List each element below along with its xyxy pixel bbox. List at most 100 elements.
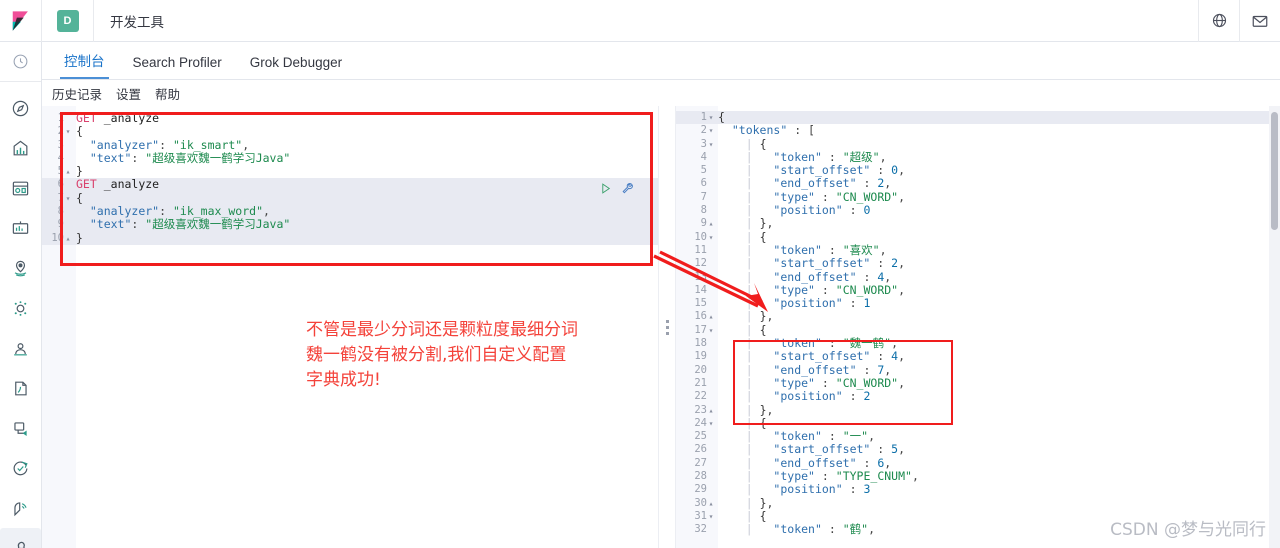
code-line: 18 | "token" : "魏一鹤", xyxy=(676,336,1280,351)
fold-toggle-icon[interactable]: ▴ xyxy=(64,232,72,245)
code-text: | "start_offset" : 2, xyxy=(745,256,906,271)
pane-splitter[interactable] xyxy=(658,106,676,548)
code-text: | }, xyxy=(745,495,774,510)
map-marker-icon xyxy=(14,260,27,276)
line-number: 5 xyxy=(700,164,707,177)
help-button[interactable] xyxy=(1198,0,1239,42)
code-text: | "type" : "CN_WORD", xyxy=(745,282,906,297)
code-line: 15 | "position" : 1 xyxy=(676,297,1280,310)
code-text: | "type" : "CN_WORD", xyxy=(745,375,906,390)
line-number: 1 xyxy=(57,112,64,124)
envelope-icon xyxy=(1252,15,1268,27)
sidebar-item-machine-learning[interactable] xyxy=(0,288,41,328)
sidebar-item-logs[interactable] xyxy=(0,368,41,408)
code-text: | }, xyxy=(745,402,774,417)
code-text: | "token" : "魏一鹤", xyxy=(745,336,898,351)
canvas-icon xyxy=(12,220,29,234)
app-badge-container: D xyxy=(42,0,94,42)
response-output[interactable]: 1 ▾{2 ▾ "tokens" : [3 ▾ | {4 | "token" : "超… xyxy=(676,106,1280,548)
fold-toggle-icon[interactable]: ▴ xyxy=(707,404,715,417)
sidebar-item-dev-tools[interactable] xyxy=(0,528,41,548)
line-number: 23 ▴ xyxy=(694,403,715,417)
code-text: | "position" : 2 xyxy=(745,389,871,404)
code-text: | { xyxy=(745,415,767,430)
code-line: 11 | "token" : "喜欢", xyxy=(676,243,1280,257)
main-content: 控制台 Search Profiler Grok Debugger 历史记录 设… xyxy=(42,42,1280,548)
code-text: GET _analyze xyxy=(76,111,160,125)
line-number: 15 xyxy=(694,297,707,310)
sidebar-item-siem[interactable] xyxy=(0,488,41,528)
line-number: 19 xyxy=(694,350,707,363)
output-scrollbar-track[interactable] xyxy=(1269,106,1280,548)
sidebar-item-visualize[interactable] xyxy=(0,128,41,168)
code-line: 29 | "position" : 3 xyxy=(676,483,1280,496)
line-number: 21 xyxy=(694,376,707,389)
fold-toggle-icon[interactable]: ▴ xyxy=(707,217,715,230)
code-text: | { xyxy=(745,229,767,244)
line-number: 30 ▴ xyxy=(694,496,715,510)
code-text: | { xyxy=(745,508,767,523)
line-number: 12 xyxy=(694,257,707,270)
fold-toggle-icon[interactable]: ▾ xyxy=(707,324,715,337)
fold-toggle-icon[interactable]: ▾ xyxy=(707,138,715,151)
code-text: "text": "超级喜欢魏一鹤学习Java" xyxy=(89,150,291,165)
clock-icon xyxy=(13,54,28,69)
fold-toggle-icon[interactable]: ▾ xyxy=(707,124,715,137)
line-number: 6 xyxy=(700,177,707,190)
console-submenu: 历史记录 设置 帮助 xyxy=(42,80,1280,106)
line-number: 1 ▾ xyxy=(700,111,715,124)
tab-console[interactable]: 控制台 xyxy=(50,50,119,79)
fold-toggle-icon[interactable]: ▾ xyxy=(707,231,715,244)
dev-tools-tabs: 控制台 Search Profiler Grok Debugger xyxy=(42,42,1280,80)
line-number: 13 xyxy=(694,270,707,283)
fold-toggle-icon[interactable]: ▾ xyxy=(707,510,715,523)
apm-icon xyxy=(14,421,27,436)
fold-toggle-icon[interactable]: ▾ xyxy=(64,192,72,205)
sidebar-item-infrastructure[interactable] xyxy=(0,328,41,368)
kibana-logo-icon xyxy=(12,10,28,31)
response-output-pane[interactable]: 1 ▾{2 ▾ "tokens" : [3 ▾ | {4 | "token" : "超… xyxy=(676,106,1280,548)
submenu-settings[interactable]: 设置 xyxy=(116,84,141,103)
tab-search-profiler[interactable]: Search Profiler xyxy=(119,55,236,79)
sidebar-item-recently-viewed[interactable] xyxy=(0,42,41,82)
sidebar-item-discover[interactable] xyxy=(0,88,41,128)
fold-toggle-icon[interactable]: ▴ xyxy=(707,497,715,510)
wrench-settings-icon[interactable] xyxy=(620,181,634,195)
code-line: 2 ▾ { xyxy=(42,125,658,138)
code-line: 7 ▾ { xyxy=(42,191,658,206)
code-text: "tokens" : [ xyxy=(731,123,815,138)
play-triangle-icon[interactable] xyxy=(599,182,612,195)
kibana-logo-button[interactable] xyxy=(0,0,42,42)
line-number: 27 xyxy=(694,456,707,469)
mail-button[interactable] xyxy=(1239,0,1280,42)
fold-toggle-icon[interactable]: ▴ xyxy=(64,165,72,178)
sidebar-item-uptime[interactable] xyxy=(0,448,41,488)
fold-toggle-icon[interactable]: ▴ xyxy=(707,310,715,323)
code-text: | "position" : 1 xyxy=(745,296,871,311)
fold-toggle-icon[interactable]: ▾ xyxy=(707,111,715,124)
sidebar-item-canvas[interactable] xyxy=(0,208,41,248)
sidebar-item-dashboard[interactable] xyxy=(0,168,41,208)
code-line: 4 | "token" : "超级", xyxy=(676,150,1280,164)
line-number: 29 xyxy=(694,483,707,496)
code-line: 12 | "start_offset" : 2, xyxy=(676,257,1280,270)
globe-help-icon xyxy=(1212,13,1226,28)
line-number: 14 xyxy=(694,283,707,296)
code-text: | "position" : 3 xyxy=(745,482,871,497)
code-line: 3 ▾ | { xyxy=(676,137,1280,151)
fold-toggle-icon[interactable]: ▾ xyxy=(707,417,715,430)
code-line: 21 | "type" : "CN_WORD", xyxy=(676,375,1280,390)
submenu-help[interactable]: 帮助 xyxy=(155,84,180,103)
code-text: | }, xyxy=(745,216,774,231)
code-line: 5 | "start_offset" : 0, xyxy=(676,164,1280,177)
output-scrollbar-thumb[interactable] xyxy=(1271,112,1278,230)
code-line: 19 | "start_offset" : 4, xyxy=(676,350,1280,363)
code-line: 17 ▾ | { xyxy=(676,323,1280,337)
code-text: | "token" : "鹤", xyxy=(745,522,875,537)
code-text: | "type" : "TYPE_CNUM", xyxy=(745,469,919,484)
tab-grok-debugger[interactable]: Grok Debugger xyxy=(236,55,356,79)
submenu-history[interactable]: 历史记录 xyxy=(52,84,102,103)
sidebar-item-maps[interactable] xyxy=(0,248,41,288)
sidebar-item-apm[interactable] xyxy=(0,408,41,448)
fold-toggle-icon[interactable]: ▾ xyxy=(64,125,72,138)
